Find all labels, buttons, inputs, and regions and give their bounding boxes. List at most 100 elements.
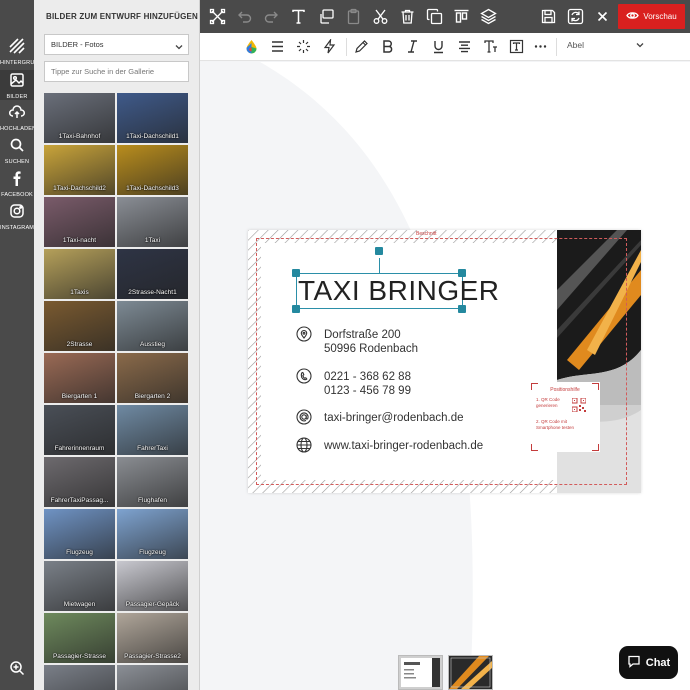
paste-button[interactable] [345,8,362,25]
pen-button[interactable] [354,39,369,54]
duplicate-button[interactable] [426,8,443,25]
rail-item-upload[interactable]: HOCHLADEN [0,104,34,132]
rail-item-background[interactable]: HINTERGRUND [0,38,34,66]
qr-step2: 2. QR Code mit Smartphone testen [536,419,574,430]
align-button[interactable] [457,39,472,54]
align-icon [457,41,472,58]
rail-item-instagram[interactable]: INSTAGRAM [0,203,34,231]
text-icon [290,9,307,29]
zoom-in-icon [9,660,25,681]
gallery-thumbnail[interactable]: 1Taxis [44,249,115,299]
bold-icon [380,40,395,58]
design-canvas[interactable]: Beschnitt TAXI BRINGER Dorfstraße 200 50… [200,62,690,690]
more-icon [533,41,548,58]
page-thumb-front[interactable] [398,655,443,690]
bleed-label: Beschnitt [416,231,437,237]
thumbnail-caption: Passagier-Strasse [52,653,107,660]
rail-item-facebook[interactable]: FACEBOOK [0,170,34,198]
font-family-select[interactable]: Abel [567,40,647,50]
card-phone1[interactable]: 0221 - 368 62 88 [324,370,411,384]
gallery-thumbnail[interactable]: Biergarten 2 [117,353,188,403]
gallery-thumbnail[interactable]: 1Taxi-Dachschild1 [117,93,188,143]
gallery-thumbnail[interactable]: 2Strasse [44,301,115,351]
gallery-thumbnail[interactable] [44,665,115,690]
qr-step2-a: 2. QR Code mit [536,419,568,424]
preview-button[interactable]: Vorschau [618,4,685,29]
thumbnail-caption: Biergarten 2 [134,393,171,400]
copy-style-button[interactable] [318,8,335,25]
card-email[interactable]: taxi-bringer@rodenbach.de [324,411,464,425]
flash-button[interactable] [322,37,337,54]
font-name: Abel [567,40,585,50]
align-top-button[interactable] [453,8,470,25]
gallery-thumbnail[interactable]: FahrerTaxiPassag... [44,457,115,507]
delete-button[interactable] [399,8,416,25]
eye-icon [626,9,640,24]
gallery-thumbnail[interactable]: Flughafen [117,457,188,507]
text-box-button[interactable] [509,39,524,54]
close-button[interactable] [594,8,611,25]
gallery-thumbnail[interactable]: 1Taxi-Dachschild2 [44,145,115,195]
redo-button[interactable] [263,8,280,25]
chat-button[interactable]: Chat [619,646,678,679]
add-text-button[interactable] [290,8,307,25]
color-icon [244,40,259,58]
card-address-line2[interactable]: 50996 Rodenbach [324,342,418,356]
group-button[interactable] [209,8,226,25]
color-button[interactable] [244,39,259,54]
left-tool-rail: HINTERGRUND BILDER HOCHLADEN SUCHEN FACE… [0,0,34,690]
undo-icon [236,11,253,29]
business-card[interactable]: Beschnitt [248,230,641,493]
rail-item-search[interactable]: SUCHEN [0,137,34,165]
gallery-thumbnail[interactable]: 1Taxi-Dachschild3 [117,145,188,195]
page-thumb-back[interactable] [448,655,493,690]
bold-button[interactable] [380,39,395,54]
card-phone2[interactable]: 0123 - 456 78 99 [324,384,411,398]
gallery-thumbnail[interactable]: Ausstieg [117,301,188,351]
location-pin-icon [296,326,312,342]
gallery-thumbnail[interactable] [117,665,188,690]
card-company-name[interactable]: TAXI BRINGER [298,275,500,307]
gallery-thumbnail[interactable]: 1Taxi [117,197,188,247]
more-button[interactable] [533,39,548,54]
rail-item-images[interactable]: BILDER [0,70,34,100]
undo-button[interactable] [236,8,253,25]
gallery-thumbnail[interactable]: Passagier-Strasse [44,613,115,663]
thumbnail-caption: Ausstieg [140,341,165,348]
gallery-thumbnail[interactable]: FahrerTaxi [117,405,188,455]
gallery-search-input[interactable] [44,61,189,82]
effects-button[interactable] [296,39,311,54]
thumbnail-caption: FahrerTaxi [137,445,168,452]
gallery-thumbnail[interactable]: Passagier-Strasse2 [117,613,188,663]
card-website[interactable]: www.taxi-bringer-rodenbach.de [324,439,483,453]
cut-button[interactable] [372,8,389,25]
gallery-thumbnail[interactable]: 1Taxi-Bahnhof [44,93,115,143]
rotate-handle[interactable] [375,247,383,255]
rail-label: HINTERGRUND [0,60,34,66]
cut-icon [372,9,389,29]
gallery-thumbnail[interactable]: Mietwagen [44,561,115,611]
qr-position-helper[interactable]: Positionshilfe 1. QR Code generieren 2. Q… [530,382,600,452]
underline-button[interactable] [431,39,446,54]
gallery-thumbnail[interactable]: 2Strasse-Nacht1 [117,249,188,299]
search-icon [9,137,25,158]
gallery-thumbnail[interactable]: Flugzeug [117,509,188,559]
refresh-button[interactable] [567,8,584,25]
line-height-button[interactable] [270,39,285,54]
layers-icon [480,8,497,29]
gallery-thumbnail[interactable]: Flugzeug [44,509,115,559]
gallery-thumbnail[interactable]: Passagier-Gepäck [117,561,188,611]
zoom-button[interactable] [0,660,34,681]
qr-code-icon [572,398,586,412]
gallery-thumbnail[interactable]: 1Taxi-nacht [44,197,115,247]
text-size-button[interactable] [483,39,498,54]
save-button[interactable] [540,8,557,25]
gallery-thumbnail[interactable]: Biergarten 1 [44,353,115,403]
rail-label: INSTAGRAM [0,225,34,231]
gallery-category-select[interactable]: BILDER - Fotos [44,34,189,55]
italic-button[interactable] [405,39,420,54]
card-address-line1[interactable]: Dorfstraße 200 [324,328,401,342]
qr-corner [592,444,599,451]
layers-button[interactable] [480,8,497,25]
gallery-thumbnail[interactable]: Fahrerinnenraum [44,405,115,455]
